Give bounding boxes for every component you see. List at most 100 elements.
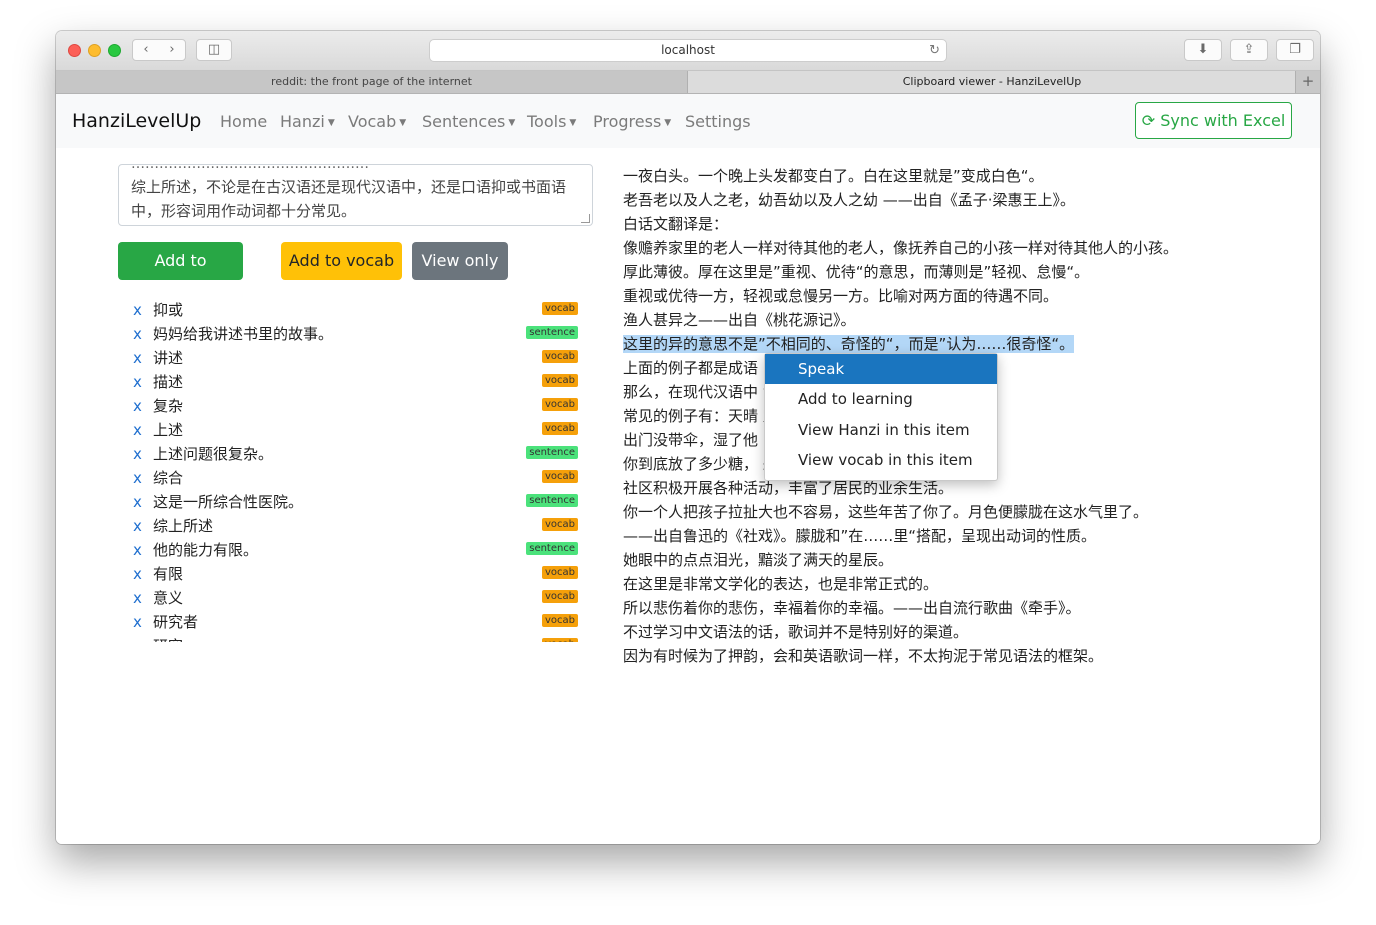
forward-icon[interactable]: › bbox=[159, 40, 185, 60]
reading-line-text: 出门没带伞，湿了他 bbox=[623, 431, 759, 449]
textarea-clipped-line: …………………………………………… bbox=[131, 164, 369, 172]
reading-line[interactable]: 重视或优待一方，轻视或怠慢另一方。比喻对两方面的待遇不同。 bbox=[623, 284, 1303, 308]
remove-item-button[interactable]: x bbox=[133, 322, 142, 346]
nav-progress-dropdown[interactable]: Progress ▼ bbox=[593, 112, 671, 131]
caret-down-icon: ▼ bbox=[569, 118, 577, 128]
view-only-button[interactable]: View only bbox=[412, 242, 508, 280]
list-item: x 抑或 vocab bbox=[118, 298, 578, 322]
type-badge: vocab bbox=[541, 398, 578, 411]
reading-line[interactable]: 你一个人把孩子拉扯大也不容易，这些年苦了你了。月色便朦胧在这水气里了。 bbox=[623, 500, 1303, 524]
downloads-icon[interactable]: ⬇ bbox=[1184, 39, 1222, 61]
list-item: x 研究者 vocab bbox=[118, 610, 578, 634]
remove-item-button[interactable]: x bbox=[133, 298, 142, 322]
list-item-text: 讲述 bbox=[153, 349, 184, 367]
reading-line[interactable]: 不过学习中文语法的话，歌词并不是特别好的渠道。 bbox=[623, 620, 1303, 644]
reading-line-text: 一夜白头。一个晚上头发都变白了。白在这里就是”变成白色“。 bbox=[623, 167, 1044, 185]
reading-line[interactable]: 老吾老以及人之老，幼吾幼以及人之幼 ——出自《孟子·梁惠王上》。 bbox=[623, 188, 1303, 212]
reading-line-text: 厚此薄彼。厚在这里是”重视、优待“的意思，而薄则是”轻视、怠慢“。 bbox=[623, 263, 1090, 281]
list-item-text: 抑或 bbox=[153, 301, 184, 319]
reading-line-text: 渔人甚异之——出自《桃花源记》。 bbox=[623, 311, 856, 329]
nav-vocab-dropdown[interactable]: Vocab ▼ bbox=[348, 112, 406, 131]
remove-item-button[interactable]: x bbox=[133, 538, 142, 562]
share-icon[interactable]: ⇪ bbox=[1230, 39, 1268, 61]
reading-line[interactable]: 厚此薄彼。厚在这里是”重视、优待“的意思，而薄则是”轻视、怠慢“。 bbox=[623, 260, 1303, 284]
type-badge: vocab bbox=[541, 374, 578, 387]
reading-line[interactable]: 她眼中的点点泪光，黯淡了满天的星辰。 bbox=[623, 548, 1303, 572]
type-badge: vocab bbox=[541, 566, 578, 579]
reading-line[interactable]: 所以悲伤着你的悲伤，幸福着你的幸福。——出自流行歌曲《牵手》。 bbox=[623, 596, 1303, 620]
remove-item-button[interactable]: x bbox=[133, 466, 142, 490]
reading-line[interactable]: 像赡养家里的老人一样对待其他的老人，像抚养自己的小孩一样对待其他人的小孩。 bbox=[623, 236, 1303, 260]
tab-bar: reddit: the front page of the internet C… bbox=[56, 71, 1320, 94]
reading-line[interactable]: ——出自鲁迅的《社戏》。朦胧和”在……里“搭配，呈现出动词的性质。 bbox=[623, 524, 1303, 548]
caret-down-icon: ▼ bbox=[399, 118, 407, 128]
back-icon[interactable]: ‹ bbox=[133, 40, 159, 60]
new-tab-icon[interactable]: + bbox=[1295, 71, 1320, 93]
add-to-sentences-button[interactable]: Add to sentences bbox=[118, 242, 243, 308]
reading-line[interactable]: 因为有时候为了押韵，会和英语歌词一样，不太拘泥于常见语法的框架。 bbox=[623, 644, 1303, 668]
nav-settings[interactable]: Settings bbox=[685, 112, 751, 131]
list-item-text: 综上所述 bbox=[153, 517, 214, 535]
remove-item-button[interactable]: x bbox=[133, 562, 142, 586]
menu-item-add-to-learning[interactable]: Add to learning bbox=[765, 384, 997, 414]
reading-line[interactable]: 渔人甚异之——出自《桃花源记》。 bbox=[623, 308, 1303, 332]
address-bar[interactable]: localhost ↻ bbox=[429, 39, 947, 62]
nav-sentences-label: Sentences bbox=[422, 112, 506, 131]
list-item-text: 描述 bbox=[153, 373, 184, 391]
remove-item-button[interactable]: x bbox=[133, 370, 142, 394]
clipboard-textarea[interactable]: …………………………………………… 综上所述，不论是在古汉语还是现代汉语中，还是… bbox=[118, 164, 593, 226]
type-badge: vocab bbox=[541, 614, 578, 627]
tab-clipboard-viewer[interactable]: Clipboard viewer - HanziLevelUp bbox=[688, 71, 1296, 93]
url-text: localhost bbox=[661, 43, 715, 57]
list-item: x 这是一所综合性医院。 sentence bbox=[118, 490, 578, 514]
reading-line[interactable]: 白话文翻译是： bbox=[623, 212, 1303, 236]
nav-sentences-dropdown[interactable]: Sentences ▼ bbox=[422, 112, 515, 131]
menu-item-view-hanzi[interactable]: View Hanzi in this item bbox=[765, 415, 997, 445]
remove-item-button[interactable]: x bbox=[133, 394, 142, 418]
nav-hanzi-label: Hanzi bbox=[280, 112, 325, 131]
reload-icon[interactable]: ↻ bbox=[929, 40, 940, 61]
sync-with-excel-button[interactable]: ⟳ Sync with Excel bbox=[1135, 102, 1292, 139]
minimize-window-button[interactable] bbox=[88, 44, 101, 57]
reading-line[interactable]: 在这里是非常文学化的表达，也是非常正式的。 bbox=[623, 572, 1303, 596]
sidebar-toggle-icon[interactable]: ◫ bbox=[196, 39, 232, 61]
tab-overview-icon[interactable]: ❐ bbox=[1276, 39, 1314, 61]
nav-tools-label: Tools bbox=[527, 112, 567, 131]
list-item-text: 复杂 bbox=[153, 397, 184, 415]
list-item: x 上述问题很复杂。 sentence bbox=[118, 442, 578, 466]
nav-hanzi-dropdown[interactable]: Hanzi ▼ bbox=[280, 112, 335, 131]
add-to-vocab-button[interactable]: Add to vocab bbox=[281, 242, 402, 280]
list-item-text: 研究 bbox=[153, 634, 183, 642]
nav-home[interactable]: Home bbox=[220, 112, 267, 131]
zoom-window-button[interactable] bbox=[108, 44, 121, 57]
context-menu: Speak Add to learning View Hanzi in this… bbox=[764, 353, 998, 481]
type-badge: vocab bbox=[541, 638, 578, 642]
refresh-icon: ⟳ bbox=[1141, 111, 1156, 130]
brand-logo[interactable]: HanziLevelUp bbox=[72, 110, 201, 132]
remove-item-button[interactable]: x bbox=[133, 634, 142, 642]
list-item-text: 这是一所综合性医院。 bbox=[153, 493, 304, 511]
reading-line-text: 像赡养家里的老人一样对待其他的老人，像抚养自己的小孩一样对待其他人的小孩。 bbox=[623, 239, 1179, 257]
remove-item-button[interactable]: x bbox=[133, 586, 142, 610]
remove-item-button[interactable]: x bbox=[133, 514, 142, 538]
menu-item-speak[interactable]: Speak bbox=[765, 354, 997, 384]
remove-item-button[interactable]: x bbox=[133, 490, 142, 514]
type-badge: sentence bbox=[526, 446, 578, 459]
list-item: x 讲述 vocab bbox=[118, 346, 578, 370]
close-window-button[interactable] bbox=[68, 44, 81, 57]
remove-item-button[interactable]: x bbox=[133, 346, 142, 370]
type-badge: vocab bbox=[541, 302, 578, 315]
remove-item-button[interactable]: x bbox=[133, 442, 142, 466]
remove-item-button[interactable]: x bbox=[133, 610, 142, 634]
reading-line[interactable]: 一夜白头。一个晚上头发都变白了。白在这里就是”变成白色“。 bbox=[623, 164, 1303, 188]
history-nav: ‹ › bbox=[132, 39, 186, 61]
tab-reddit[interactable]: reddit: the front page of the internet bbox=[56, 71, 688, 93]
list-item: x 综合 vocab bbox=[118, 466, 578, 490]
list-item-text: 他的能力有限。 bbox=[153, 541, 259, 559]
resize-handle-icon[interactable] bbox=[581, 214, 590, 223]
nav-tools-dropdown[interactable]: Tools ▼ bbox=[527, 112, 576, 131]
type-badge: vocab bbox=[541, 590, 578, 603]
reading-line-text: 不过学习中文语法的话，歌词并不是特别好的渠道。 bbox=[623, 623, 969, 641]
remove-item-button[interactable]: x bbox=[133, 418, 142, 442]
menu-item-view-vocab[interactable]: View vocab in this item bbox=[765, 445, 997, 475]
